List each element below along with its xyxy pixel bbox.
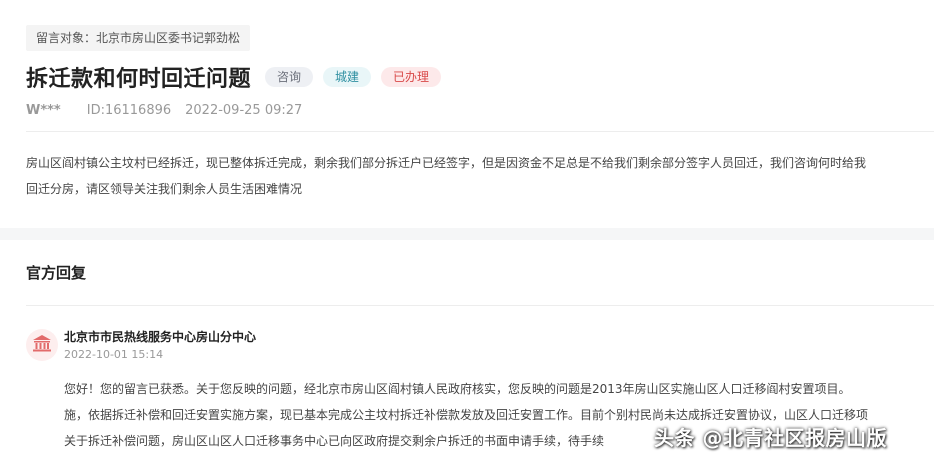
author-name: W*** <box>26 103 61 118</box>
reply-date: 2022-10-01 15:14 <box>64 348 164 361</box>
divider <box>26 305 934 306</box>
official-reply-heading: 官方回复 <box>26 264 87 282</box>
government-building-icon <box>32 334 52 356</box>
title-row: 拆迁款和何时回迁问题 咨询 城建 已办理 <box>26 62 442 92</box>
content-line: 房山区阎村镇公主坟村已经拆迁，现已整体拆迁完成，剩余我们部分拆迁户已经签字，但是… <box>26 156 867 170</box>
divider <box>26 131 934 132</box>
status-badge: 已办理 <box>381 67 442 87</box>
message-datetime: 2022-09-25 09:27 <box>185 103 303 118</box>
message-target-label: 留言对象：北京市房山区委书记郭劲松 <box>26 25 251 51</box>
message-meta: W*** ID:16116896 2022-09-25 09:27 <box>26 103 302 118</box>
watermark: 头条 @北青社区报房山版 <box>654 426 887 450</box>
tag-department[interactable]: 城建 <box>323 67 372 87</box>
message-id: ID:16116896 <box>86 103 172 118</box>
reply-line: 您好！您的留言已获悉。关于您反映的问题，经北京市房山区阎村镇人民政府核实，您反映… <box>64 382 851 396</box>
page-title: 拆迁款和何时回迁问题 <box>26 67 252 92</box>
content-line: 回迁分房，请区领导关注我们剩余人员生活困难情况 <box>26 182 303 196</box>
tag-consult[interactable]: 咨询 <box>265 67 314 87</box>
org-avatar <box>26 329 58 361</box>
reply-org-name[interactable]: 北京市市民热线服务中心房山分中心 <box>64 328 256 345</box>
section-separator <box>0 228 934 240</box>
message-content: 房山区阎村镇公主坟村已经拆迁，现已整体拆迁完成，剩余我们部分拆迁户已经签字，但是… <box>26 150 934 202</box>
